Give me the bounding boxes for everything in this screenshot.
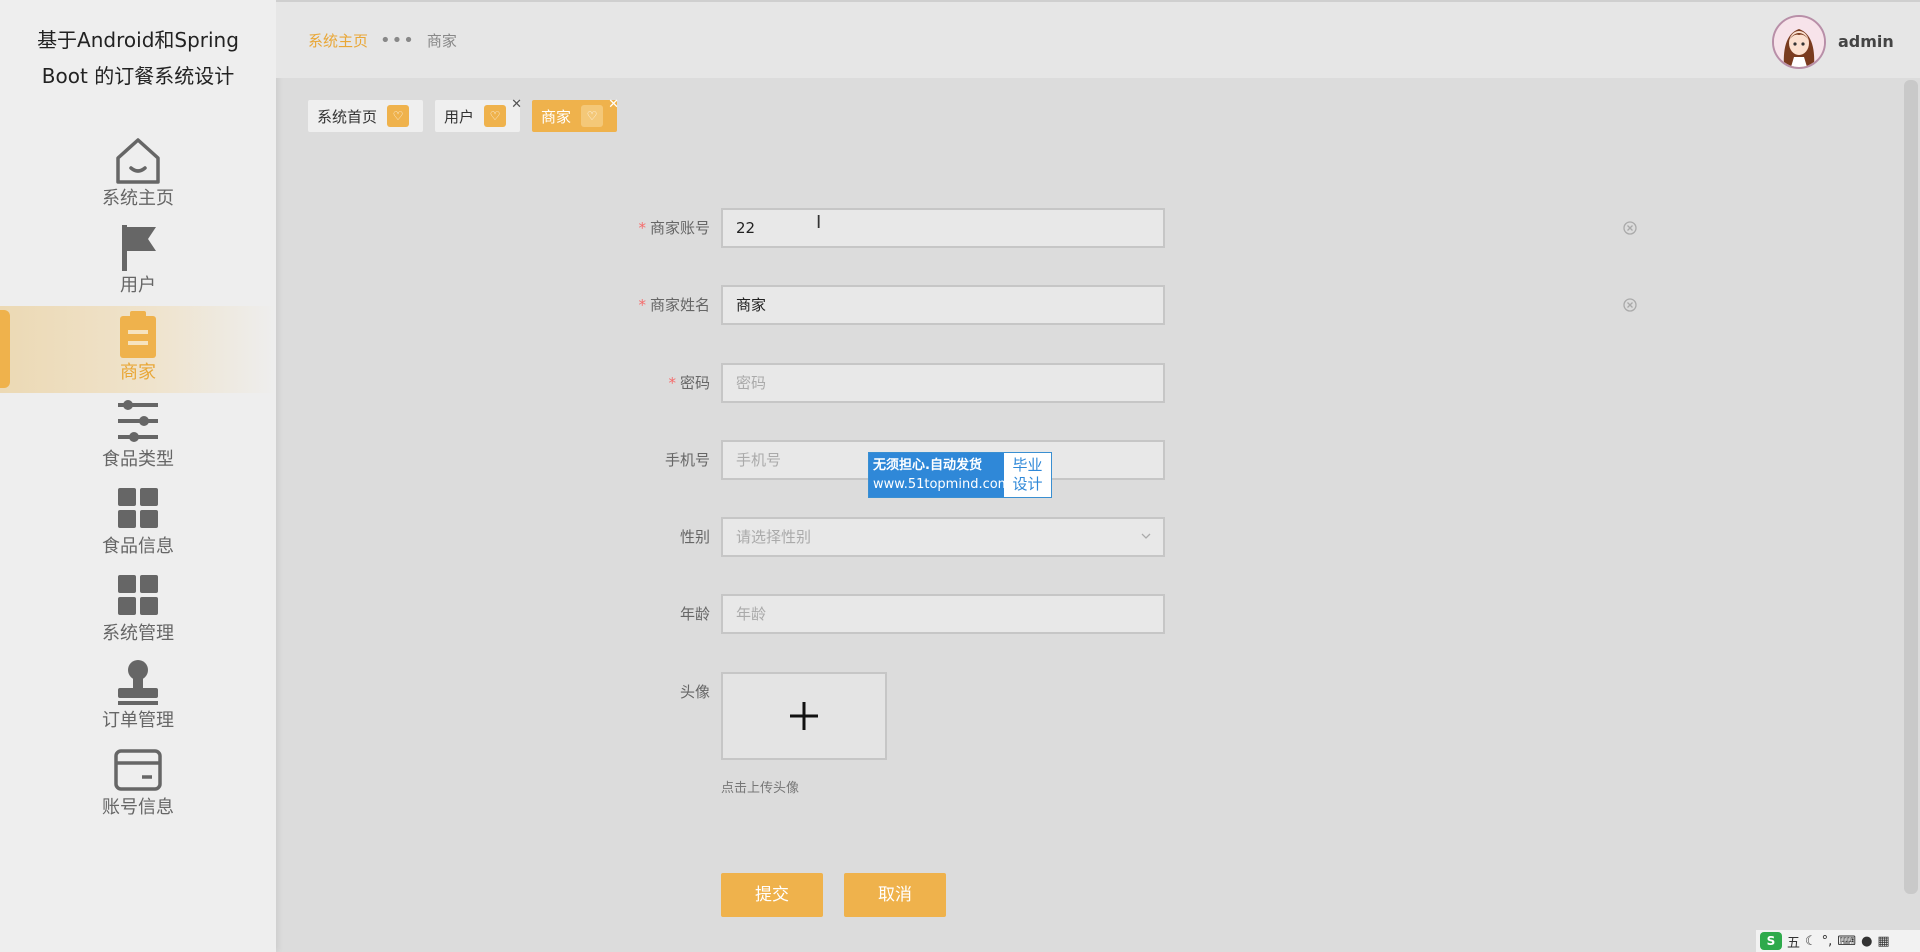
password-label: * 密码: [668, 374, 710, 392]
apps-icon[interactable]: ▦: [1877, 934, 1889, 949]
close-icon[interactable]: ✕: [511, 98, 522, 111]
tab-label: 用户: [444, 107, 475, 126]
watermark-url: www.51topmind.com: [873, 477, 1011, 492]
sidebar-item-food-types[interactable]: 食品类型: [0, 393, 276, 480]
home-icon: [110, 132, 166, 188]
sidebar-item-label: 账号信息: [102, 797, 174, 818]
plus-icon: [790, 702, 818, 730]
gender-select-placeholder: 请选择性别: [736, 528, 812, 546]
close-icon[interactable]: ✕: [608, 98, 619, 111]
watermark-banner[interactable]: 无须担心.自动发货 www.51topmind.com 毕业 设计: [868, 452, 1052, 498]
grid-icon: [110, 480, 166, 536]
gender-select[interactable]: 请选择性别: [721, 517, 1165, 557]
clipboard-icon: [110, 306, 166, 362]
sidebar-item-label: 商家: [120, 362, 156, 383]
ime-toolbar[interactable]: S 五 ☾ °, ⌨ ● ▦: [1756, 930, 1920, 952]
form-row-name: * 商家姓名 商家: [560, 285, 1660, 325]
sidebar-item-merchants[interactable]: 商家: [0, 306, 276, 393]
sidebar-item-label: 用户: [120, 275, 156, 296]
breadcrumb-home[interactable]: 系统主页: [308, 30, 368, 51]
breadcrumb-current: 商家: [426, 32, 457, 50]
clear-icon[interactable]: [1622, 220, 1638, 236]
sidebar-item-label: 订单管理: [102, 710, 174, 731]
sidebar-item-orders[interactable]: 订单管理: [0, 654, 276, 741]
text-cursor-icon: I: [816, 212, 822, 233]
age-input[interactable]: 年龄: [721, 594, 1165, 634]
breadcrumb: 系统主页 ••• 商家: [308, 30, 457, 51]
avatar-upload[interactable]: [721, 672, 887, 760]
sidebar-item-account[interactable]: 账号信息: [0, 741, 276, 828]
keyboard-icon[interactable]: ⌨: [1837, 934, 1856, 949]
stamp-icon: [110, 654, 166, 710]
ime-logo-icon: S: [1760, 932, 1782, 950]
merchant-name-input[interactable]: 商家: [721, 285, 1165, 325]
watermark-slogan: 无须担心.自动发货: [873, 458, 982, 473]
age-label: 年龄: [679, 605, 710, 623]
app-title: 基于Android和Spring Boot 的订餐系统设计: [37, 28, 239, 88]
form-row-account: * 商家账号 22: [560, 208, 1660, 248]
upload-hint: 点击上传头像: [721, 781, 800, 796]
name-label: * 商家姓名: [638, 296, 710, 314]
ime-mode[interactable]: 五: [1787, 932, 1800, 951]
flag-icon: [110, 219, 166, 275]
sidebar-menu: 系统主页 用户 商家 食品类型 食品信息 系统管理 订单管理 账号信息: [0, 132, 276, 828]
avatar[interactable]: [1772, 15, 1826, 69]
account-label: * 商家账号: [638, 219, 710, 237]
merchant-account-input[interactable]: 22: [721, 208, 1165, 248]
sidebar-item-label: 食品信息: [102, 536, 174, 557]
clear-icon[interactable]: [1622, 297, 1638, 313]
sidebar-item-label: 食品类型: [102, 449, 174, 470]
sliders-icon: [110, 393, 166, 449]
watermark-tag-line2: 设计: [1012, 475, 1043, 493]
heart-icon: ♡: [484, 105, 507, 127]
required-mark: *: [668, 374, 676, 392]
required-mark: *: [638, 296, 646, 314]
vertical-scrollbar[interactable]: [1904, 80, 1918, 894]
avatar-icon: [1774, 17, 1824, 67]
tab-bar: 系统首页 ♡ 用户 ♡ ✕ 商家 ♡ ✕: [308, 98, 619, 132]
heart-icon: ♡: [387, 105, 410, 127]
username[interactable]: admin: [1838, 32, 1894, 51]
form-row-gender: 性别 请选择性别: [560, 517, 1660, 557]
card-icon: [110, 741, 166, 797]
tab-merchants[interactable]: 商家 ♡ ✕: [532, 98, 619, 132]
tab-home[interactable]: 系统首页 ♡: [308, 100, 424, 132]
gender-label: 性别: [679, 528, 710, 546]
tab-users[interactable]: 用户 ♡ ✕: [435, 98, 522, 132]
form-row-password: * 密码 密码: [560, 363, 1660, 403]
sidebar-item-label: 系统管理: [102, 623, 174, 644]
required-mark: *: [638, 219, 646, 237]
punctuation-icon[interactable]: °,: [1822, 934, 1833, 949]
submit-button[interactable]: 提交: [721, 873, 823, 917]
top-header: 系统主页 ••• 商家 admin: [276, 0, 1920, 78]
tab-label: 系统首页: [317, 107, 378, 126]
phone-label: 手机号: [664, 451, 710, 469]
form-row-age: 年龄 年龄: [560, 594, 1660, 634]
password-input[interactable]: 密码: [721, 363, 1165, 403]
heart-icon: ♡: [581, 105, 604, 127]
grid-icon: [110, 567, 166, 623]
cancel-button[interactable]: 取消: [844, 873, 946, 917]
tab-label: 商家: [541, 107, 572, 126]
breadcrumb-separator-icon: •••: [380, 30, 415, 51]
sidebar-item-home[interactable]: 系统主页: [0, 132, 276, 219]
watermark-tag-line1: 毕业: [1012, 456, 1043, 474]
user-icon[interactable]: ●: [1861, 934, 1872, 949]
sidebar-item-label: 系统主页: [102, 188, 174, 209]
moon-icon[interactable]: ☾: [1805, 934, 1817, 949]
sidebar-item-food-info[interactable]: 食品信息: [0, 480, 276, 567]
avatar-label: 头像: [679, 683, 710, 701]
sidebar: 基于Android和Spring Boot 的订餐系统设计 系统主页 用户 商家…: [0, 0, 276, 952]
chevron-down-icon: [1141, 533, 1151, 539]
sidebar-item-users[interactable]: 用户: [0, 219, 276, 306]
form-row-phone: 手机号 手机号: [560, 440, 1660, 480]
sidebar-item-system[interactable]: 系统管理: [0, 567, 276, 654]
